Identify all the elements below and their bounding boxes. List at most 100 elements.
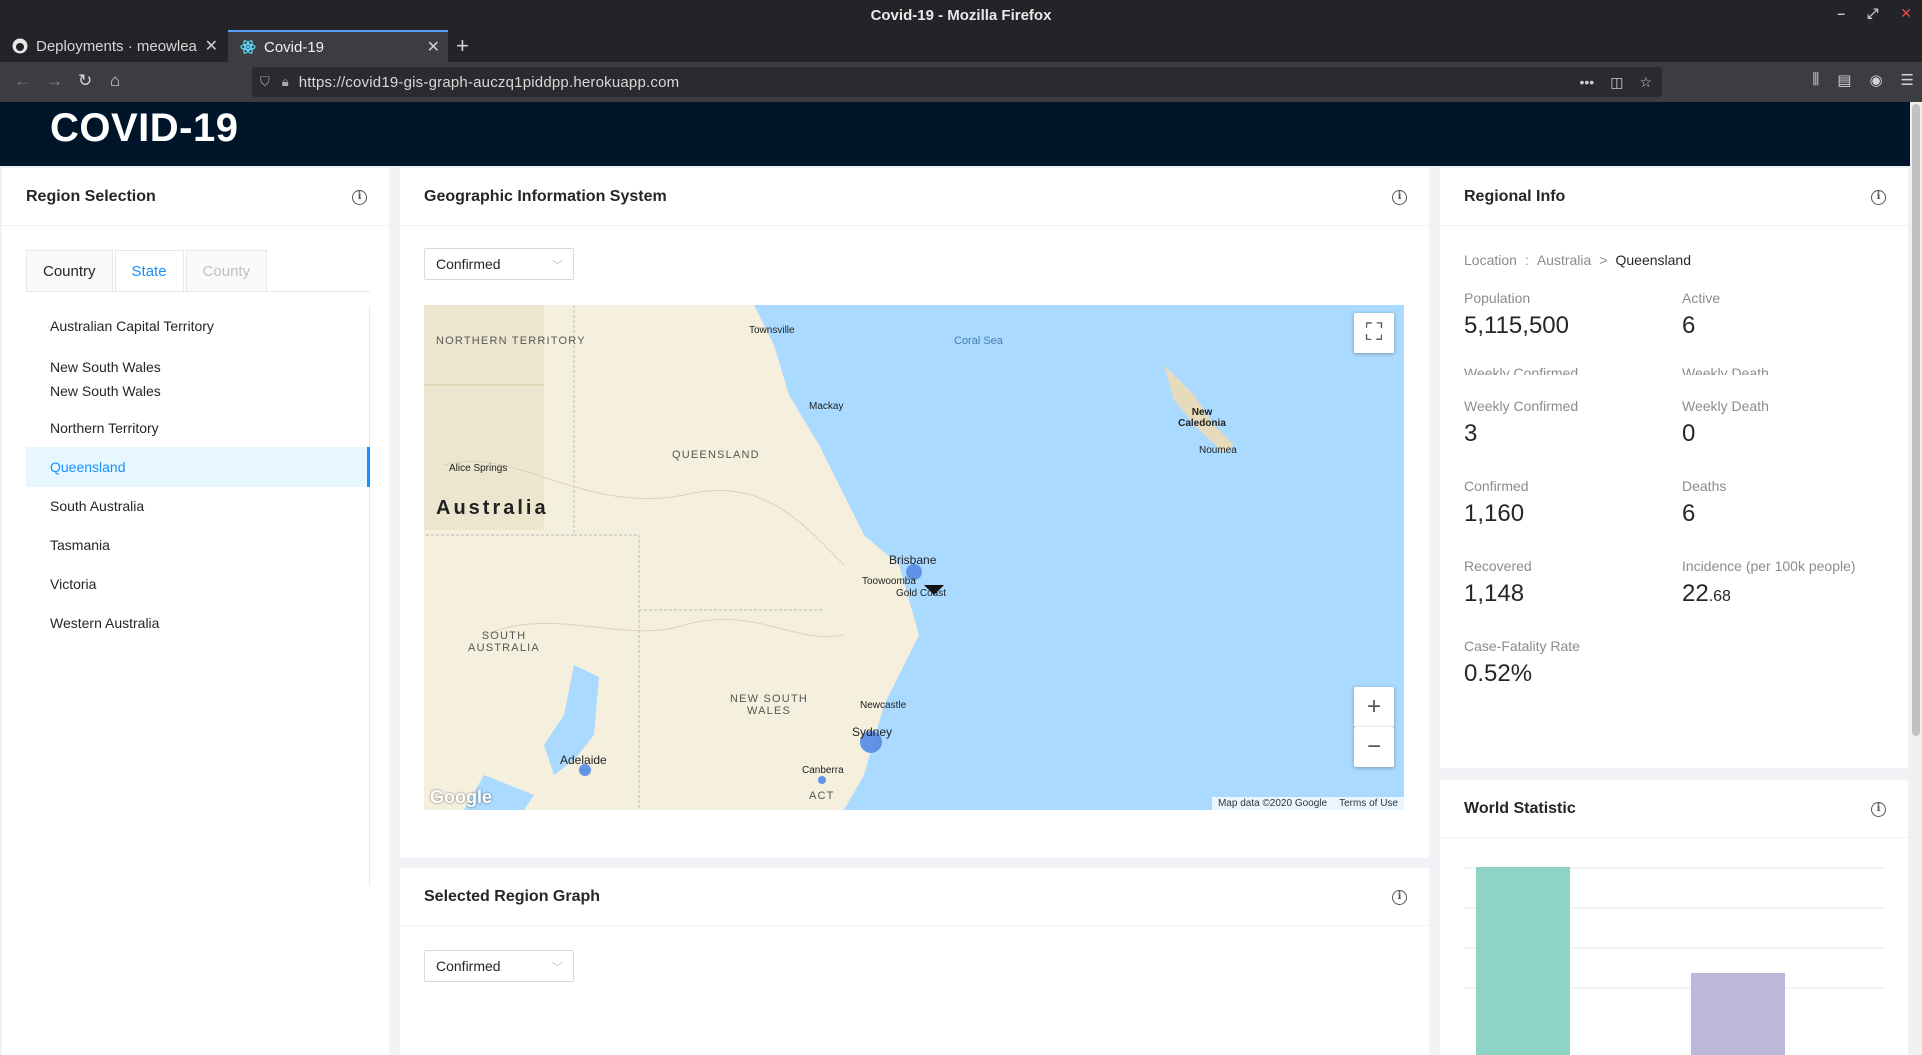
stat-confirmed: Confirmed 1,160 (1464, 478, 1529, 528)
stat-label: Confirmed (1464, 478, 1529, 494)
chart-bar[interactable] (1691, 973, 1785, 1055)
url-bar[interactable]: ⛉ 🔒︎ https://covid19-gis-graph-auczq1pid… (252, 67, 1662, 97)
stat-weekly-confirmed: Weekly Confirmed 3 (1464, 398, 1578, 448)
map-label-brisbane: Brisbane (889, 553, 937, 567)
info-icon[interactable]: i (1392, 190, 1407, 205)
stat-active: Active 6 (1682, 290, 1720, 340)
page-scrollbar-thumb[interactable] (1912, 104, 1920, 736)
bookmark-star-icon[interactable]: ☆ (1639, 74, 1652, 91)
region-item-selected[interactable]: Queensland (26, 447, 370, 487)
map-label-mackay: Mackay (809, 401, 844, 412)
gis-metric-select[interactable]: Confirmed ﹀ (424, 248, 574, 280)
stat-value: 5,115,500 (1464, 312, 1569, 339)
gis-card: Geographic Information System i Confirme… (400, 168, 1429, 858)
map-label-nt: NORTHERN TERRITORY (436, 335, 586, 347)
breadcrumb-colon: : (1524, 252, 1529, 268)
stat-label: Population (1464, 290, 1531, 306)
stat-label: Deaths (1682, 478, 1727, 494)
stat-incidence: Incidence (per 100k people) 22.68 (1682, 558, 1856, 608)
window-controls: – ⤢ ✕ (1837, 5, 1912, 22)
info-icon[interactable]: i (352, 190, 367, 205)
menu-icon[interactable]: ☰ (1901, 71, 1914, 89)
select-value: Confirmed (436, 958, 501, 974)
maximize-icon[interactable]: ⤢ (1867, 5, 1878, 22)
close-window-icon[interactable]: ✕ (1900, 5, 1912, 22)
library-icon[interactable]: ⫼ (1812, 71, 1819, 89)
new-tab-icon[interactable]: + (456, 33, 469, 59)
tab-label: Covid-19 (264, 38, 325, 56)
breadcrumb-separator: > (1599, 252, 1608, 268)
tab-covid[interactable]: Covid-19 ✕ (228, 30, 448, 62)
tracking-shield-icon[interactable]: ⛉ (260, 74, 270, 90)
map-label-canberra: Canberra (802, 765, 844, 776)
stat-value-int: 22 (1682, 580, 1709, 607)
terms-of-use-link[interactable]: Terms of Use (1339, 798, 1398, 809)
window-title: Covid-19 - Mozilla Firefox (870, 6, 1052, 24)
stat-value: 0 (1682, 420, 1696, 447)
stat-deaths: Deaths 6 (1682, 478, 1726, 528)
map-label-new-caledonia: New Caledonia (1178, 407, 1226, 429)
chart-bar[interactable] (1476, 867, 1570, 1055)
pocket-icon[interactable]: ◫ (1610, 74, 1623, 91)
stat-value: 0.52% (1464, 660, 1533, 687)
info-icon[interactable]: i (1871, 190, 1886, 205)
tab-country[interactable]: Country (26, 250, 113, 292)
map-label-sydney: Sydney (852, 725, 893, 739)
stat-label: Case-Fatality Rate (1464, 638, 1580, 654)
account-icon[interactable]: ◉ (1869, 71, 1882, 89)
region-item[interactable]: Tasmania (26, 525, 369, 565)
lock-icon[interactable]: 🔒︎ (282, 74, 289, 90)
page-actions-icon[interactable]: ••• (1579, 74, 1594, 91)
google-logo: Google (430, 787, 492, 807)
zoom-in-button[interactable]: + (1354, 687, 1394, 727)
map-attribution: Map data ©2020 Google Terms of Use (1211, 797, 1404, 810)
tab-close-icon[interactable]: ✕ (427, 37, 440, 57)
stat-case-fatality-rate: Case-Fatality Rate 0.52% (1464, 638, 1580, 688)
card-header: World Statistic (1440, 780, 1908, 838)
tab-deployments[interactable]: Deployments · meowlea ✕ (0, 30, 226, 62)
url-text[interactable]: https://covid19-gis-graph-auczq1piddpp.h… (299, 74, 680, 91)
region-selection-card: Region Selection i Country State County … (2, 168, 389, 1055)
zoom-out-button[interactable]: − (1354, 727, 1394, 767)
map-view[interactable]: NORTHERN TERRITORY QUEENSLAND SOUTH AUST… (424, 305, 1404, 810)
graph-metric-select[interactable]: Confirmed ﹀ (424, 950, 574, 982)
app-header: COVID-19 (0, 102, 1910, 166)
card-title: Selected Region Graph (424, 887, 601, 905)
region-item[interactable]: South Australia (26, 486, 369, 526)
fullscreen-icon: ⛶ (1365, 319, 1383, 346)
home-icon[interactable]: ⌂ (110, 71, 120, 91)
region-item[interactable]: Western Australia (26, 603, 369, 643)
region-item[interactable]: Northern Territory (26, 408, 369, 448)
location-breadcrumb: Location : Australia > Queensland (1464, 252, 1691, 268)
card-title: Regional Info (1464, 187, 1566, 205)
stat-label: Active (1682, 290, 1721, 306)
regional-info-card: Regional Info i Location : Australia > Q… (1440, 168, 1908, 768)
chevron-down-icon: ﹀ (552, 962, 563, 974)
map-label-alice-springs: Alice Springs (449, 463, 508, 474)
region-item[interactable]: Australian Capital Territory (26, 306, 369, 346)
minimize-icon[interactable]: – (1837, 5, 1845, 22)
back-icon[interactable]: ← (14, 71, 31, 91)
info-icon[interactable]: i (1392, 890, 1407, 905)
breadcrumb-country: Australia (1536, 252, 1592, 268)
sidebar-icon[interactable]: ▤ (1837, 71, 1851, 89)
react-icon (240, 39, 256, 55)
navigation-bar: ← → ↻ ⌂ ⛉ 🔒︎ https://covid19-gis-graph-a… (0, 62, 1922, 102)
map-label-sa: SOUTH AUSTRALIA (468, 630, 540, 654)
stat-recovered: Recovered 1,148 (1464, 558, 1532, 608)
fullscreen-button[interactable]: ⛶ (1354, 313, 1394, 353)
region-item[interactable]: Victoria (26, 564, 369, 604)
reload-icon[interactable]: ↻ (78, 71, 92, 91)
stat-population: Population 5,115,500 (1464, 290, 1569, 340)
map-label-act: ACT (809, 790, 835, 802)
card-header: Selected Region Graph (400, 868, 1429, 926)
info-icon[interactable]: i (1871, 802, 1886, 817)
stat-label: Incidence (per 100k people) (1682, 558, 1856, 574)
stat-label: Weekly Confirmed (1464, 398, 1579, 414)
tab-state[interactable]: State (114, 250, 184, 292)
stat-value: 6 (1682, 312, 1696, 339)
github-icon (12, 38, 28, 54)
forward-icon[interactable]: → (46, 71, 63, 91)
region-item[interactable]: New South Wales (26, 369, 369, 409)
tab-close-icon[interactable]: ✕ (205, 36, 218, 56)
